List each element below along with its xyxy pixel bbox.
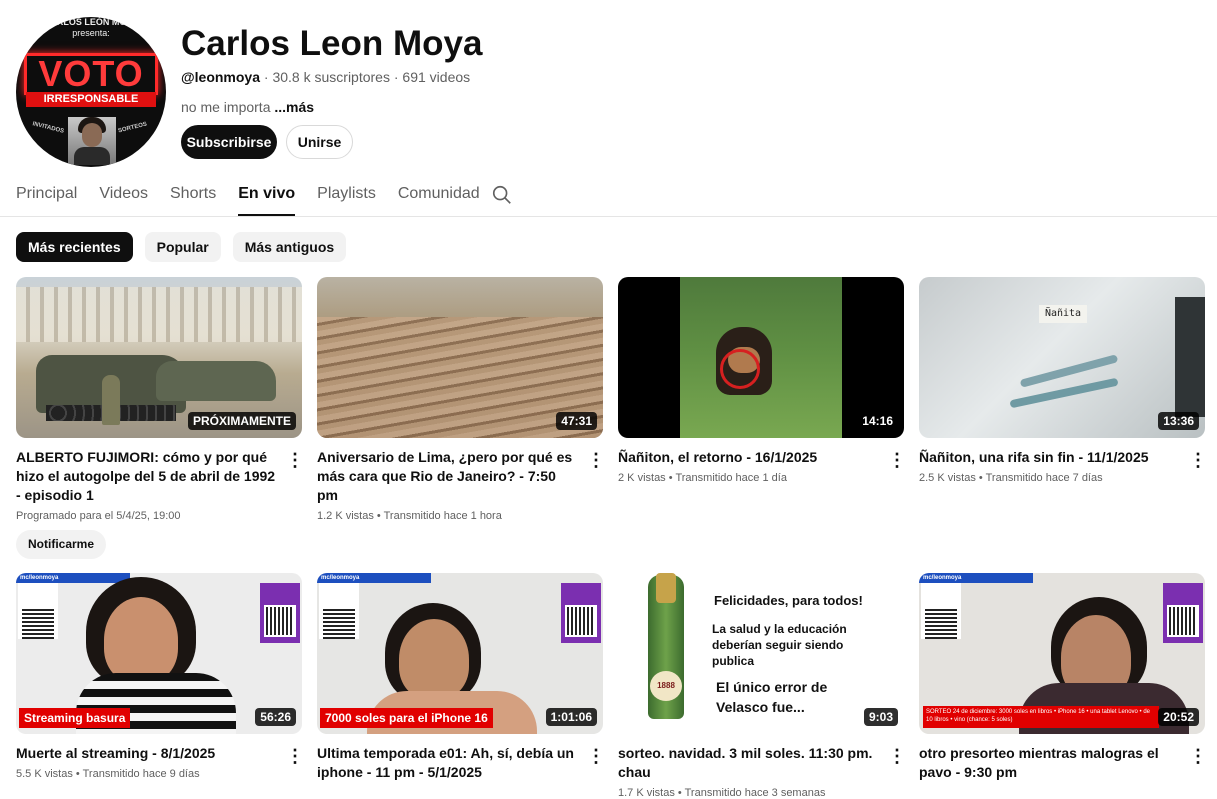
bottle-label: 1888: [650, 671, 682, 701]
stream-overlay-label: SORTEO 24 de diciembre: 3000 soles en li…: [923, 706, 1159, 728]
video-title[interactable]: ALBERTO FUJIMORI: cómo y por qué hizo el…: [16, 448, 278, 505]
video-duration: 9:03: [863, 708, 898, 726]
join-button[interactable]: Unirse: [286, 125, 353, 159]
video-thumbnail[interactable]: mc/leonmoya 7000 soles para el iPhone 16…: [317, 573, 603, 734]
qr-code-left: [319, 583, 359, 639]
qr-code-left: [18, 583, 58, 639]
more-options-icon[interactable]: ⋮: [587, 746, 605, 766]
video-title[interactable]: otro presorteo mientras malogras el pavo…: [919, 744, 1181, 782]
thumb-text-2: La salud y la educación deberían seguir …: [712, 622, 847, 668]
avatar-invitados-text: INVITADOS: [31, 121, 65, 135]
more-options-icon[interactable]: ⋮: [888, 450, 906, 470]
description-text: no me importa: [181, 99, 271, 115]
video-count: 691 videos: [402, 69, 471, 85]
video-thumbnail[interactable]: mc/leonmoya Streaming basura 56:26: [16, 573, 302, 734]
video-meta: 2 K vistas • Transmitido hace 1 día: [618, 472, 787, 484]
tab-shorts[interactable]: Shorts: [170, 183, 216, 216]
video-card[interactable]: mc/leonmoya SORTEO 24 de diciembre: 3000…: [919, 573, 1207, 787]
thumb-text-1: Felicidades, para todos!: [714, 593, 863, 608]
video-title[interactable]: Aniversario de Lima, ¿pero por qué es má…: [317, 448, 579, 505]
stream-overlay-label: 7000 soles para el iPhone 16: [320, 708, 493, 728]
video-card[interactable]: PRÓXIMAMENTE ALBERTO FUJIMORI: cómo y po…: [16, 277, 304, 559]
more-options-icon[interactable]: ⋮: [1189, 746, 1207, 766]
qr-code-left: [921, 583, 961, 639]
channel-description[interactable]: no me importa ...más: [181, 99, 314, 115]
chip-popular[interactable]: Popular: [144, 232, 221, 262]
more-options-icon[interactable]: ⋮: [888, 746, 906, 766]
avatar-irresponsable-text: IRRESPONSABLE: [26, 92, 156, 107]
video-meta: 2.5 K vistas • Transmitido hace 7 días: [919, 472, 1103, 484]
more-options-icon[interactable]: ⋮: [286, 450, 304, 470]
video-title[interactable]: Ñañiton, el retorno - 16/1/2025: [618, 448, 880, 467]
stream-overlay-label: Streaming basura: [19, 708, 131, 728]
avatar-top-text: CARLOS LEÓN MOYA presenta:: [43, 17, 139, 38]
channel-meta: @leonmoya · 30.8 k suscriptores · 691 vi…: [181, 69, 471, 85]
avatar-sorteos-text: SORTEOS: [117, 121, 148, 135]
tab-principal[interactable]: Principal: [16, 183, 77, 216]
video-duration: PRÓXIMAMENTE: [187, 412, 296, 430]
channel-handle: @leonmoya: [181, 69, 261, 85]
video-title[interactable]: sorteo. navidad. 3 mil soles. 11:30 pm. …: [618, 744, 880, 782]
video-meta: 1.2 K vistas • Transmitido hace 1 hora: [317, 510, 502, 522]
video-title[interactable]: Muerte al streaming - 8/1/2025: [16, 744, 278, 763]
chip-mas-antiguos[interactable]: Más antiguos: [232, 232, 347, 262]
avatar-photo: [68, 117, 116, 165]
channel-name: Carlos Leon Moya: [181, 24, 483, 63]
search-icon[interactable]: [491, 184, 513, 206]
more-link[interactable]: ...más: [274, 99, 314, 115]
more-options-icon[interactable]: ⋮: [1189, 450, 1207, 470]
video-duration: 13:36: [1158, 412, 1199, 430]
subscribe-button[interactable]: Subscribirse: [181, 125, 277, 159]
video-thumbnail[interactable]: 14:16: [618, 277, 904, 438]
channel-avatar[interactable]: CARLOS LEÓN MOYA presenta: VOTO IRRESPON…: [16, 17, 166, 167]
tab-videos[interactable]: Videos: [99, 183, 148, 216]
chip-mas-recientes[interactable]: Más recientes: [16, 232, 133, 262]
video-thumbnail[interactable]: mc/leonmoya SORTEO 24 de diciembre: 3000…: [919, 573, 1205, 734]
video-title[interactable]: Ultima temporada e01: Ah, sí, debía un i…: [317, 744, 579, 782]
video-duration: 47:31: [556, 412, 597, 430]
subscriber-count: 30.8 k suscriptores: [272, 69, 390, 85]
video-card[interactable]: Ñañita 13:36 Ñañiton, una rifa sin fin -…: [919, 277, 1207, 484]
video-duration: 20:52: [1158, 708, 1199, 726]
stream-banner: mc/leonmoya: [16, 573, 130, 583]
video-card[interactable]: 1888 Felicidades, para todos! La salud y…: [618, 573, 906, 799]
video-card[interactable]: mc/leonmoya Streaming basura 56:26 Muert…: [16, 573, 304, 780]
thumb-text-3: El único error de Velasco fue...: [716, 679, 828, 715]
video-duration: 14:16: [857, 412, 898, 430]
more-options-icon[interactable]: ⋮: [286, 746, 304, 766]
video-title[interactable]: Ñañiton, una rifa sin fin - 11/1/2025: [919, 448, 1181, 467]
thumb-label: Ñañita: [1039, 305, 1087, 323]
video-card[interactable]: 47:31 Aniversario de Lima, ¿pero por qué…: [317, 277, 605, 522]
video-thumbnail[interactable]: 47:31: [317, 277, 603, 438]
video-duration: 56:26: [255, 708, 296, 726]
video-card[interactable]: 14:16 Ñañiton, el retorno - 16/1/2025 2 …: [618, 277, 906, 484]
video-duration: 1:01:06: [545, 708, 597, 726]
video-meta: 1.7 K vistas • Transmitido hace 3 semana…: [618, 787, 826, 799]
video-thumbnail[interactable]: Ñañita 13:36: [919, 277, 1205, 438]
tab-en-vivo[interactable]: En vivo: [238, 183, 296, 216]
stream-banner: mc/leonmoya: [317, 573, 431, 583]
tab-playlists[interactable]: Playlists: [317, 183, 376, 216]
video-thumbnail[interactable]: PRÓXIMAMENTE: [16, 277, 302, 438]
video-thumbnail[interactable]: 1888 Felicidades, para todos! La salud y…: [618, 573, 904, 734]
video-meta: Programado para el 5/4/25, 19:00: [16, 510, 181, 522]
sort-chips: Más recientes Popular Más antiguos: [16, 232, 358, 262]
stream-banner: mc/leonmoya: [919, 573, 1033, 583]
video-meta: 5.5 K vistas • Transmitido hace 9 días: [16, 768, 200, 780]
qr-code-right: [260, 583, 300, 643]
avatar-voto-text: VOTO: [24, 53, 158, 95]
video-card[interactable]: mc/leonmoya 7000 soles para el iPhone 16…: [317, 573, 605, 787]
qr-code-right: [561, 583, 601, 643]
tab-comunidad[interactable]: Comunidad: [398, 183, 480, 216]
qr-code-right: [1163, 583, 1203, 643]
tabs-divider: [0, 216, 1217, 217]
more-options-icon[interactable]: ⋮: [587, 450, 605, 470]
channel-tabs: Principal Videos Shorts En vivo Playlist…: [16, 183, 502, 216]
notify-button[interactable]: Notificarme: [16, 530, 107, 559]
